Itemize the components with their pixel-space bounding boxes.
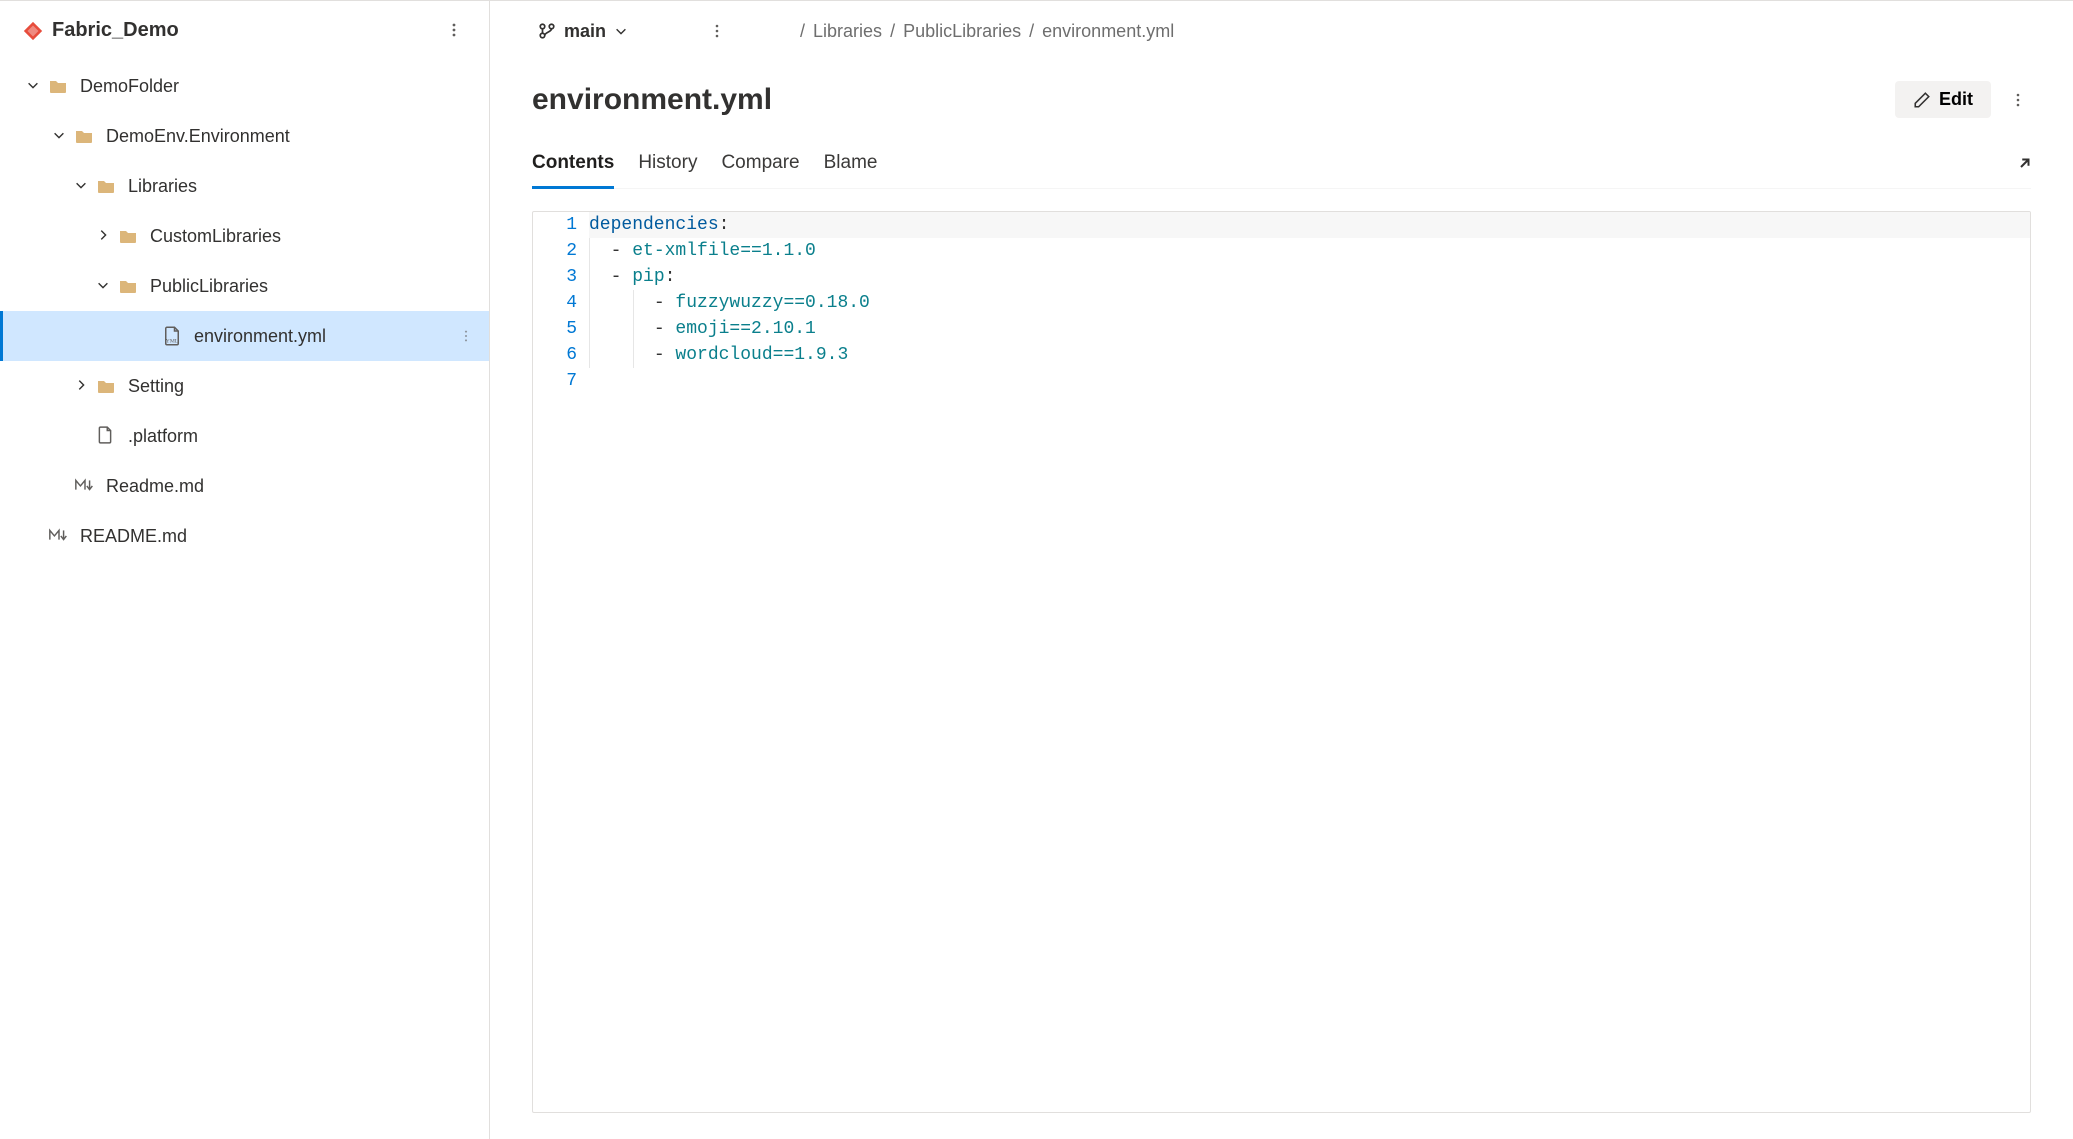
line-content: dependencies: (589, 212, 2030, 238)
folder-icon (74, 126, 94, 146)
line-number: 7 (533, 368, 589, 394)
pencil-icon (1913, 91, 1931, 109)
chevron-down-icon (96, 278, 112, 294)
branch-more-button[interactable] (704, 18, 730, 44)
tree-item-label: Libraries (128, 176, 479, 197)
file-title: environment.yml (532, 83, 1895, 117)
tree-item-label: environment.yml (194, 326, 453, 347)
crumb-sep: / (800, 21, 805, 42)
tree-item-label: .platform (128, 426, 479, 447)
tabs: Contents History Compare Blame (532, 146, 2011, 188)
chevron-down-icon (52, 128, 68, 144)
folder-icon (118, 276, 138, 296)
tree-item-readme-md[interactable]: README.md (0, 511, 489, 561)
line-number: 6 (533, 342, 589, 368)
file-tree: DemoFolder DemoEnv.Environment Libraries Cu… (0, 61, 489, 561)
tab-compare[interactable]: Compare (721, 146, 799, 188)
svg-text:YML: YML (166, 338, 179, 344)
chevron-down-icon (26, 78, 42, 94)
code-line: 7 (533, 368, 2030, 394)
code-line: 4 - fuzzywuzzy==0.18.0 (533, 290, 2030, 316)
md-icon (48, 526, 68, 546)
tree-item-libraries[interactable]: Libraries (0, 161, 489, 211)
folder-icon (96, 176, 116, 196)
tree-item-demoenv-environment[interactable]: DemoEnv.Environment (0, 111, 489, 161)
tabs-row: Contents History Compare Blame (532, 146, 2031, 189)
line-number: 4 (533, 290, 589, 316)
chevron-down-icon (74, 178, 90, 194)
crumb-sep: / (1029, 21, 1034, 42)
line-number: 1 (533, 212, 589, 238)
folder-icon (96, 376, 116, 396)
tree-item-label: DemoEnv.Environment (106, 126, 479, 147)
code-line: 2 - et-xmlfile==1.1.0 (533, 238, 2030, 264)
tree-item-environment-yml[interactable]: YML environment.yml (0, 311, 489, 361)
tree-item--platform[interactable]: .platform (0, 411, 489, 461)
code-line: 1dependencies: (533, 212, 2030, 238)
repo-header: Fabric_Demo (0, 9, 489, 61)
line-content: - wordcloud==1.9.3 (589, 342, 2030, 368)
repo-icon (22, 20, 42, 40)
yml-icon: YML (162, 326, 182, 346)
tree-item-demofolder[interactable]: DemoFolder (0, 61, 489, 111)
line-content: - pip: (589, 264, 2030, 290)
file-more-button[interactable] (2005, 87, 2031, 113)
line-content: - fuzzywuzzy==0.18.0 (589, 290, 2030, 316)
code-line: 3 - pip: (533, 264, 2030, 290)
code-line: 6 - wordcloud==1.9.3 (533, 342, 2030, 368)
tree-item-label: Setting (128, 376, 479, 397)
tree-item-label: PublicLibraries (150, 276, 479, 297)
code-line: 5 - emoji==2.10.1 (533, 316, 2030, 342)
folder-icon (48, 76, 68, 96)
chevron-right-icon (96, 228, 112, 244)
code-viewer[interactable]: 1dependencies:2 - et-xmlfile==1.1.03 - p… (532, 211, 2031, 1113)
top-bar: main / Libraries / PublicLibraries / environm… (532, 1, 2031, 61)
branch-icon (538, 22, 556, 40)
tree-item-more-button[interactable] (453, 323, 479, 349)
tree-item-publiclibraries[interactable]: PublicLibraries (0, 261, 489, 311)
breadcrumb-publiclibraries[interactable]: PublicLibraries (903, 21, 1021, 42)
chevron-right-icon (74, 378, 90, 394)
tab-blame[interactable]: Blame (824, 146, 878, 188)
tree-item-label: README.md (80, 526, 479, 547)
crumb-sep: / (890, 21, 895, 42)
folder-icon (118, 226, 138, 246)
tree-item-readme-md[interactable]: Readme.md (0, 461, 489, 511)
branch-picker[interactable]: main (532, 17, 634, 46)
tree-item-label: Readme.md (106, 476, 479, 497)
line-content (589, 368, 2030, 394)
breadcrumb-environment-yml[interactable]: environment.yml (1042, 21, 1174, 42)
tree-item-setting[interactable]: Setting (0, 361, 489, 411)
edit-button[interactable]: Edit (1895, 81, 1991, 118)
line-number: 2 (533, 238, 589, 264)
line-content: - et-xmlfile==1.1.0 (589, 238, 2030, 264)
file-title-row: environment.yml Edit (532, 81, 2031, 118)
branch-name: main (564, 21, 606, 42)
breadcrumb: / Libraries / PublicLibraries / environment.y… (800, 21, 1174, 42)
repo-more-button[interactable] (441, 17, 467, 43)
tree-item-label: DemoFolder (80, 76, 479, 97)
main-pane: main / Libraries / PublicLibraries / environm… (490, 1, 2073, 1139)
fullscreen-button[interactable] (2011, 157, 2031, 177)
tree-item-label: CustomLibraries (150, 226, 479, 247)
repo-name[interactable]: Fabric_Demo (52, 19, 431, 42)
tree-item-customlibraries[interactable]: CustomLibraries (0, 211, 489, 261)
line-number: 3 (533, 264, 589, 290)
tab-history[interactable]: History (638, 146, 697, 188)
md-icon (74, 476, 94, 496)
line-content: - emoji==2.10.1 (589, 316, 2030, 342)
file-tree-sidebar: Fabric_Demo DemoFolder DemoEnv.Environmen… (0, 1, 490, 1139)
line-number: 5 (533, 316, 589, 342)
breadcrumb-libraries[interactable]: Libraries (813, 21, 882, 42)
tab-contents[interactable]: Contents (532, 146, 614, 189)
file-icon (96, 426, 116, 446)
chevron-down-icon (614, 24, 628, 38)
edit-button-label: Edit (1939, 89, 1973, 110)
